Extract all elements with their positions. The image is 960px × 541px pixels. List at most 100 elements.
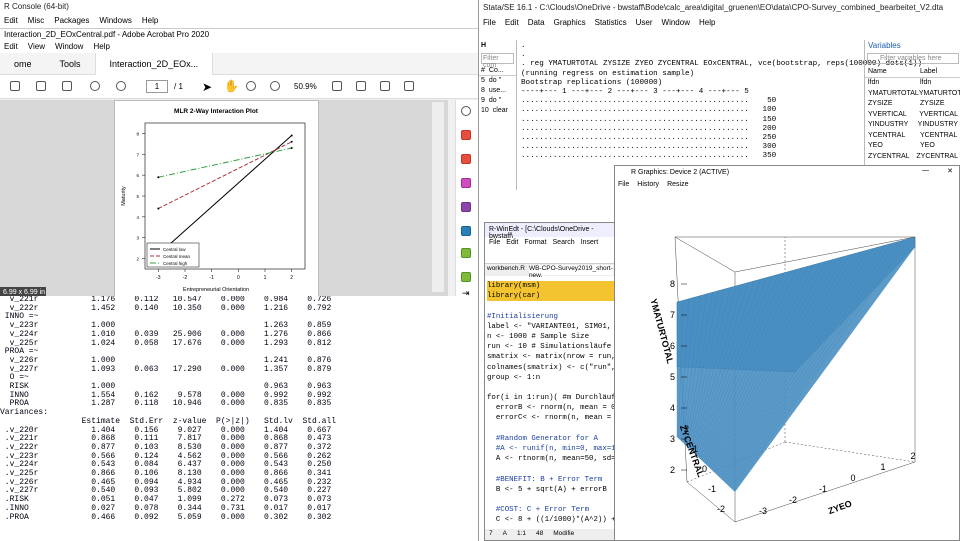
document-area[interactable]: MLR 2-Way Interaction Plot -3 -2 -1 0 1 2 2 3 4 5 6…	[0, 100, 448, 296]
page-down-icon[interactable]	[116, 81, 126, 91]
organize-icon[interactable]	[461, 202, 471, 212]
comment-tool-icon[interactable]	[461, 248, 471, 258]
variable-label: ZYCENTRAL	[916, 152, 958, 160]
console-line: v_227r 1.093 0.063 17.290 0.000 1.357 0.…	[0, 364, 332, 374]
menu-data[interactable]: Data	[528, 18, 545, 28]
result-line: ........................................…	[521, 124, 777, 133]
variable-row[interactable]: YVERTICAL YVERTICAL	[865, 110, 960, 121]
menu-file[interactable]: File	[489, 239, 500, 248]
history-row[interactable]: 10 clear	[479, 106, 516, 116]
history-row[interactable]: 8 use...	[479, 86, 516, 96]
history-filter[interactable]: Filter com	[481, 53, 514, 69]
menu-search[interactable]: Search	[553, 239, 575, 248]
variable-row[interactable]: YMATURTOTALYMATURTOTAL	[865, 89, 960, 100]
menu-graphics[interactable]: Graphics	[554, 18, 586, 28]
zoom-icon[interactable]	[461, 106, 471, 116]
combine-icon[interactable]	[461, 178, 471, 188]
menu-file[interactable]: File	[483, 18, 496, 28]
r-console-output[interactable]: v_221r 1.176 0.112 10.547 0.000 0.984 0.…	[0, 295, 478, 522]
acrobat-window[interactable]: Interaction_2D_EOxCentral.pdf - Adobe Ac…	[0, 28, 478, 296]
menu-edit[interactable]: Edit	[506, 239, 518, 248]
pen-icon[interactable]	[380, 81, 390, 91]
close-icon[interactable]: ✕	[947, 167, 953, 175]
code-line: #Initialisierung	[487, 312, 558, 321]
history-num: 10	[481, 107, 489, 114]
hand-tool-icon[interactable]: ✋	[224, 79, 239, 93]
box-edge	[674, 236, 736, 273]
variable-row[interactable]: ZYSIZE ZYSIZE	[865, 99, 960, 110]
export-icon[interactable]	[461, 226, 471, 236]
menu-format[interactable]: Format	[524, 239, 546, 248]
comment-icon[interactable]	[356, 81, 366, 91]
email-icon[interactable]	[36, 81, 46, 91]
variable-row[interactable]: ZYCENTRAL ZYCENTRAL	[865, 152, 960, 163]
variable-row[interactable]: YINDUSTRY YINDUSTRY	[865, 120, 960, 131]
y-tick-label: 6	[136, 173, 139, 178]
history-pane[interactable]: H Filter com # Co... 5 do " 8 use... 9 do " 10…	[479, 40, 517, 190]
variables-pane[interactable]: Variables Filter variables here Name Lab…	[864, 40, 960, 180]
menu-packages[interactable]: Packages	[54, 16, 89, 26]
legend-label: Central low	[163, 247, 186, 252]
menu-windows[interactable]: Windows	[99, 16, 131, 26]
print-icon[interactable]	[10, 81, 20, 91]
tab-document[interactable]: Interaction_2D_EOx...	[94, 52, 214, 75]
code-line: errorB <- rnorm(n, mean = 0,	[487, 404, 616, 413]
tab-tools[interactable]: Tools	[46, 53, 95, 75]
x-tick-label: 1	[880, 462, 885, 472]
results-pane[interactable]: ... reg YMATURTOTAL ZYSIZE ZYEO ZYCENTRA…	[519, 42, 922, 172]
menu-edit[interactable]: Edit	[4, 42, 18, 52]
menu-statistics[interactable]: Statistics	[595, 18, 627, 28]
page-up-icon[interactable]	[90, 81, 100, 91]
history-row[interactable]: 9 do "	[479, 96, 516, 106]
menu-help[interactable]: Help	[699, 18, 715, 28]
variable-row[interactable]: lfdn lfdn	[865, 78, 960, 89]
menu-insert[interactable]: Insert	[581, 239, 599, 248]
menu-edit[interactable]: Edit	[4, 16, 18, 26]
tab-workbench[interactable]: workbench.R	[487, 265, 525, 275]
winedt-window[interactable]: R-WinEdt - [C:\Clouds\OneDrive - bwstaff…	[484, 222, 616, 541]
zoom-in-icon[interactable]	[270, 81, 280, 91]
x-tick-label: -3	[759, 506, 767, 516]
sign-icon[interactable]	[404, 81, 414, 91]
minimize-icon[interactable]: —	[922, 167, 929, 174]
menu-view[interactable]: View	[28, 42, 45, 52]
code-line: #COST: C + Error Term	[487, 506, 590, 515]
menu-history[interactable]: History	[637, 181, 659, 191]
variable-label: YVERTICAL	[919, 110, 958, 118]
scrollbar[interactable]	[432, 102, 444, 292]
menu-misc[interactable]: Misc	[28, 16, 44, 26]
select-cursor-icon[interactable]: ➤	[202, 80, 212, 94]
menu-file[interactable]: File	[618, 181, 629, 191]
history-num: 8	[481, 87, 485, 94]
tools-sidebar: ⇥	[455, 100, 478, 296]
menu-window[interactable]: Window	[662, 18, 690, 28]
acrobat-title: Interaction_2D_EOxCentral.pdf - Adobe Ac…	[0, 29, 478, 41]
zoom-out-icon[interactable]	[246, 81, 256, 91]
variables-filter[interactable]: Filter variables here	[867, 53, 959, 64]
code-line: label <- "VARIANTE01, SIM01, u	[487, 322, 616, 331]
y-axis-label: Maturity	[121, 186, 127, 206]
variable-row[interactable]: YCENTRAL YCENTRAL	[865, 131, 960, 142]
menu-help[interactable]: Help	[93, 42, 109, 52]
search-icon[interactable]	[62, 81, 72, 91]
variable-row[interactable]: YEO YEO	[865, 141, 960, 152]
edit-pdf-icon[interactable]	[461, 154, 471, 164]
variable-name: ZYSIZE	[868, 100, 893, 107]
fit-page-icon[interactable]	[332, 81, 342, 91]
create-pdf-icon[interactable]	[461, 130, 471, 140]
fill-sign-icon[interactable]	[461, 272, 471, 282]
menu-resize[interactable]: Resize	[667, 181, 688, 191]
menu-window[interactable]: Window	[55, 42, 83, 52]
r-graphics-window[interactable]: R Graphics: Device 2 (ACTIVE) — ✕ File H…	[614, 165, 960, 541]
menu-help[interactable]: Help	[142, 16, 158, 26]
tab-wb-cpo[interactable]: WB-CPO-Survey2019_short-new.	[528, 265, 613, 279]
winedt-statusbar: 7 A 1:1 48 Modifie	[485, 529, 615, 540]
menu-edit[interactable]: Edit	[505, 18, 519, 28]
menu-user[interactable]: User	[636, 18, 653, 28]
collapse-icon[interactable]: ⇥	[462, 288, 470, 296]
tab-home[interactable]: ome	[0, 53, 46, 75]
history-row[interactable]: 5 do "	[479, 76, 516, 86]
code-editor[interactable]: library(msm) library(car) #Initialisierung…	[487, 281, 616, 540]
zoom-level[interactable]: 50.9%	[294, 82, 317, 91]
page-number-input[interactable]: 1	[146, 80, 168, 93]
